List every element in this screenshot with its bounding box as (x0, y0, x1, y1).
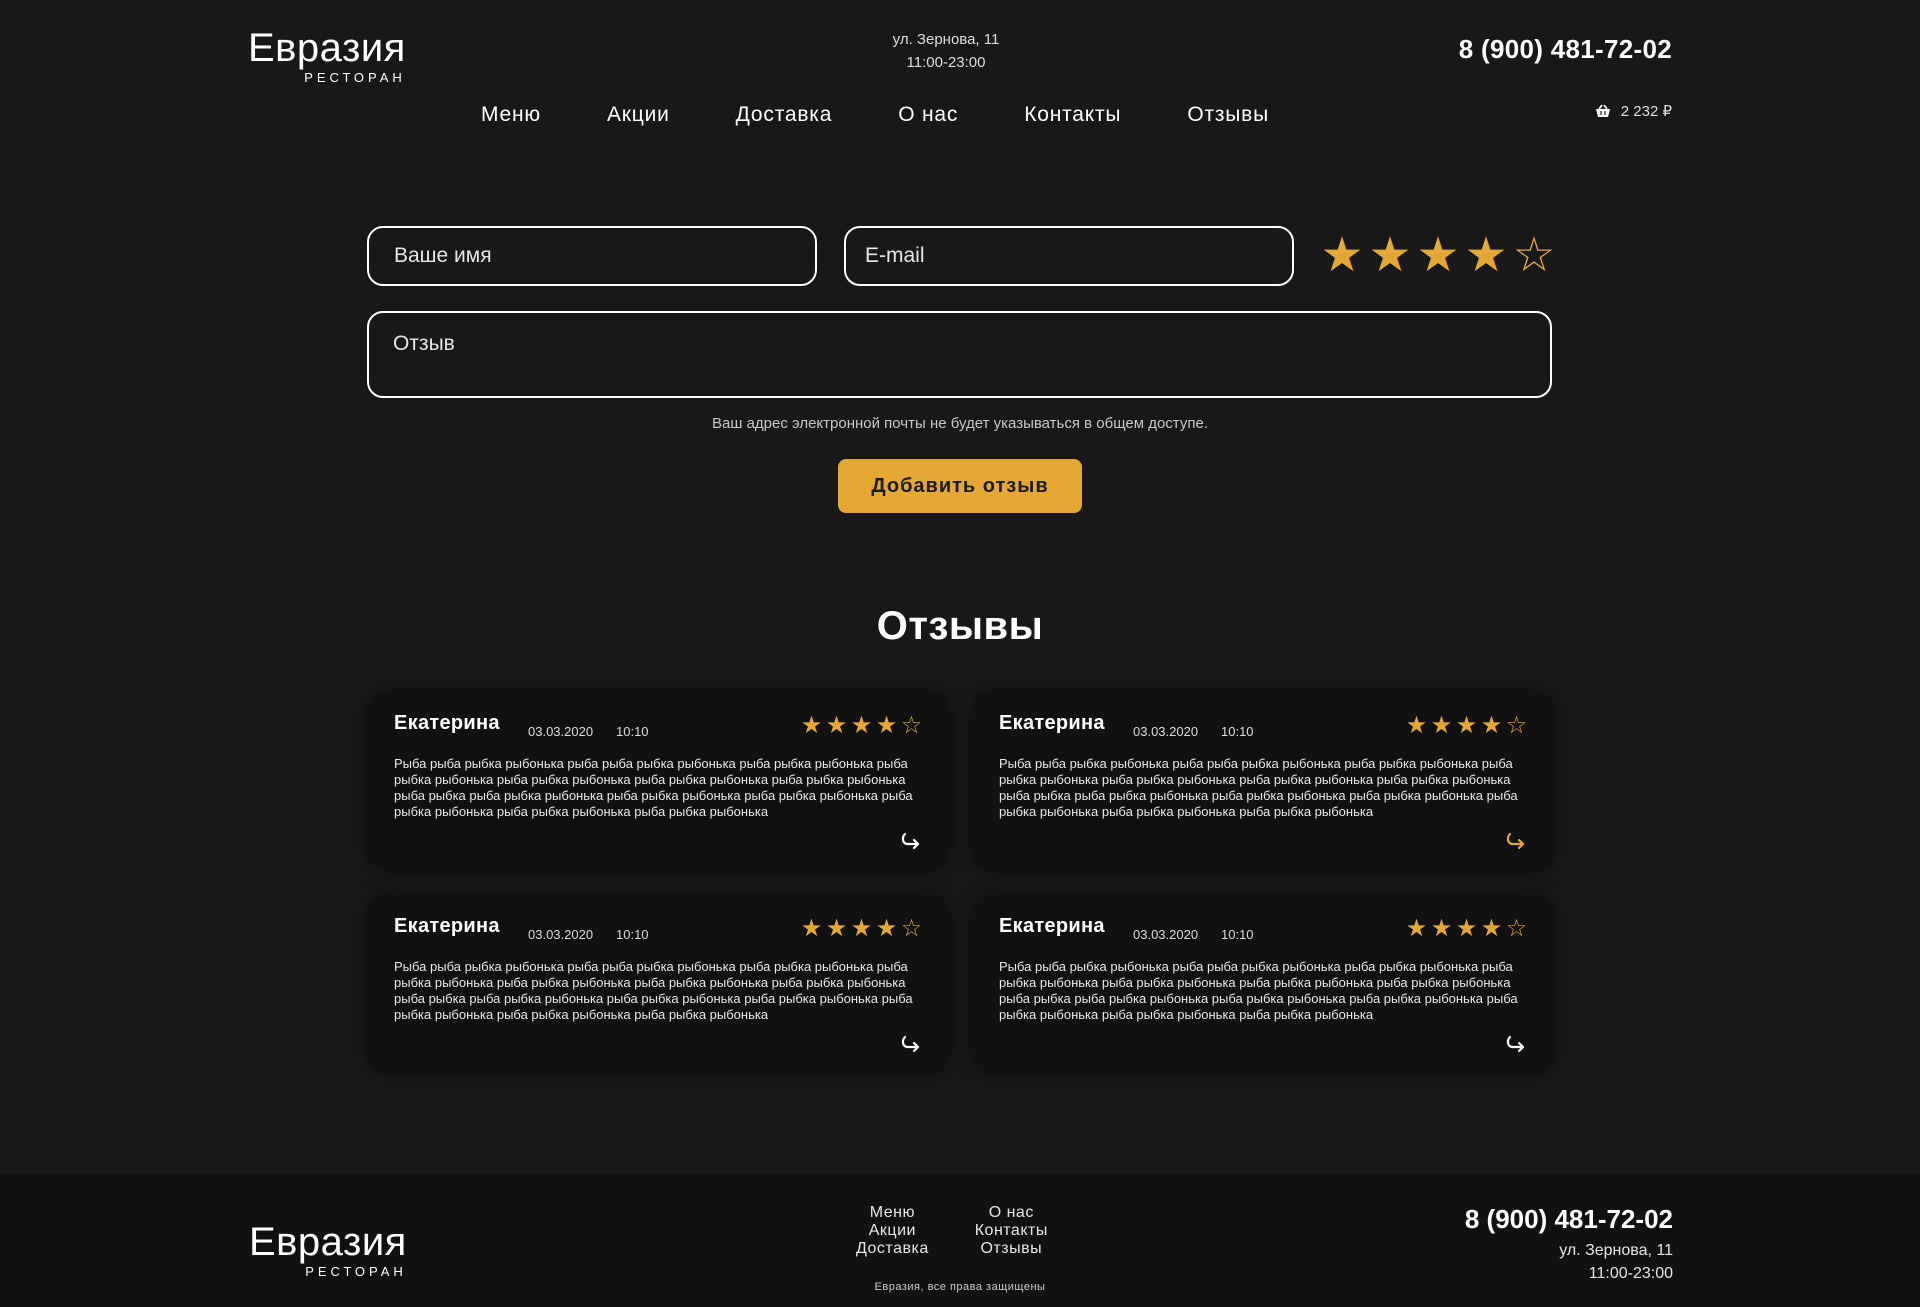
star-filled-icon: ★ (825, 915, 848, 942)
star-filled-icon: ★ (1405, 915, 1428, 942)
logo-subtitle: РЕСТОРАН (304, 70, 406, 85)
review-rating: ★ ★ ★ ★ ☆ (799, 915, 924, 943)
name-input[interactable] (367, 226, 817, 286)
star-filled-icon: ★ (1405, 712, 1428, 739)
star-filled-icon: ★ (800, 712, 823, 739)
review-rating: ★ ★ ★ ★ ☆ (1404, 915, 1529, 943)
review-date: 03.03.2020 (528, 724, 594, 739)
review-author: Екатерина (394, 712, 500, 734)
star-filled-icon[interactable]: ★ (1414, 228, 1462, 284)
review-time: 10:10 (616, 927, 649, 942)
nav-item-about[interactable]: О нас (898, 100, 958, 130)
nav-item-promotions[interactable]: Акции (607, 100, 670, 130)
review-author: Екатерина (999, 915, 1105, 937)
star-filled-icon: ★ (1430, 712, 1453, 739)
cart-total: 2 232 ₽ (1620, 103, 1672, 120)
footer-links-column: Меню Акции Доставка (856, 1204, 929, 1258)
rating-input[interactable]: ★ ★ ★ ★ ☆ (1318, 228, 1558, 284)
star-empty-icon: ☆ (900, 712, 923, 739)
footer-nav: Меню Акции Доставка О нас Контакты Отзыв… (856, 1204, 1094, 1258)
reply-arrow-icon[interactable] (1505, 1035, 1527, 1053)
nav-item-reviews[interactable]: Отзывы (1187, 100, 1269, 130)
review-text: Рыба рыба рыбка рыбонька рыба рыба рыбка… (394, 959, 913, 1022)
review-textarea[interactable] (367, 311, 1552, 398)
review-author: Екатерина (999, 712, 1105, 734)
footer-link-menu[interactable]: Меню (870, 1204, 915, 1222)
star-filled-icon[interactable]: ★ (1318, 228, 1366, 284)
star-filled-icon: ★ (800, 915, 823, 942)
star-filled-icon: ★ (875, 915, 898, 942)
review-text: Рыба рыба рыбка рыбонька рыба рыба рыбка… (999, 959, 1518, 1022)
footer-address-block: ул. Зернова, 11 11:00-23:00 (1559, 1239, 1673, 1285)
star-empty-icon: ☆ (900, 915, 923, 942)
footer: Евразия РЕСТОРАН Меню Акции Доставка О н… (0, 1174, 1920, 1307)
footer-link-contacts[interactable]: Контакты (975, 1222, 1048, 1240)
footer-address: ул. Зернова, 11 (1559, 1242, 1673, 1259)
footer-links-column: О нас Контакты Отзывы (975, 1204, 1048, 1258)
star-filled-icon: ★ (1480, 915, 1503, 942)
header-address: ул. Зернова, 11 (892, 31, 1000, 48)
star-filled-icon: ★ (1455, 712, 1478, 739)
header-hours: 11:00-23:00 (906, 54, 986, 71)
basket-icon (1595, 104, 1610, 117)
review-rating: ★ ★ ★ ★ ☆ (799, 712, 924, 740)
nav-item-contacts[interactable]: Контакты (1024, 100, 1121, 130)
footer-phone[interactable]: 8 (900) 481-72-02 (1465, 1204, 1673, 1235)
review-rating: ★ ★ ★ ★ ☆ (1404, 712, 1529, 740)
nav-item-delivery[interactable]: Доставка (736, 100, 833, 130)
footer-logo-subtitle: РЕСТОРАН (305, 1264, 407, 1279)
star-filled-icon: ★ (1430, 915, 1453, 942)
logo[interactable]: Евразия РЕСТОРАН (248, 28, 406, 85)
cart-button[interactable]: 2 232 ₽ (1595, 102, 1672, 120)
review-date: 03.03.2020 (1133, 927, 1199, 942)
header-phone[interactable]: 8 (900) 481-72-02 (1459, 34, 1672, 65)
reviews-title: Отзывы (876, 604, 1044, 648)
review-card: Екатерина 03.03.2020 10:10 ★ ★ ★ ★ ☆ Рыба ры… (973, 895, 1553, 1073)
review-author: Екатерина (394, 915, 500, 937)
star-filled-icon[interactable]: ★ (1462, 228, 1510, 284)
footer-hours: 11:00-23:00 (1588, 1265, 1673, 1282)
add-review-button[interactable]: Добавить отзыв (838, 459, 1082, 513)
star-empty-icon[interactable]: ☆ (1510, 228, 1558, 284)
review-card: Екатерина 03.03.2020 10:10 ★ ★ ★ ★ ☆ Рыба ры… (368, 895, 948, 1073)
privacy-note: Ваш адрес электронной почты не будет ука… (712, 415, 1208, 432)
nav-item-menu[interactable]: Меню (481, 100, 541, 130)
star-filled-icon[interactable]: ★ (1366, 228, 1414, 284)
footer-link-promotions[interactable]: Акции (869, 1222, 916, 1240)
footer-link-delivery[interactable]: Доставка (856, 1240, 929, 1258)
footer-link-about[interactable]: О нас (989, 1204, 1034, 1222)
review-text: Рыба рыба рыбка рыбонька рыба рыба рыбка… (999, 756, 1518, 819)
reply-arrow-icon[interactable] (1505, 832, 1527, 850)
review-time: 10:10 (616, 724, 649, 739)
star-filled-icon: ★ (825, 712, 848, 739)
header-address-block: ул. Зернова, 11 11:00-23:00 (860, 28, 1032, 74)
review-date: 03.03.2020 (1133, 724, 1199, 739)
review-date: 03.03.2020 (528, 927, 594, 942)
review-card: Екатерина 03.03.2020 10:10 ★ ★ ★ ★ ☆ Рыба ры… (368, 692, 948, 870)
review-card: Екатерина 03.03.2020 10:10 ★ ★ ★ ★ ☆ Рыба ры… (973, 692, 1553, 870)
star-empty-icon: ☆ (1505, 712, 1528, 739)
reply-arrow-icon[interactable] (900, 1035, 922, 1053)
footer-logo-name: Евразия (249, 1220, 407, 1264)
footer-link-reviews[interactable]: Отзывы (980, 1240, 1042, 1258)
email-input[interactable] (844, 226, 1294, 286)
review-text: Рыба рыба рыбка рыбонька рыба рыба рыбка… (394, 756, 913, 819)
star-filled-icon: ★ (850, 712, 873, 739)
review-time: 10:10 (1221, 724, 1254, 739)
review-time: 10:10 (1221, 927, 1254, 942)
star-filled-icon: ★ (1480, 712, 1503, 739)
star-empty-icon: ☆ (1505, 915, 1528, 942)
main-nav: Меню Акции Доставка О нас Контакты Отзыв… (481, 100, 1335, 130)
logo-name: Евразия (248, 26, 406, 70)
reply-arrow-icon[interactable] (900, 832, 922, 850)
star-filled-icon: ★ (875, 712, 898, 739)
star-filled-icon: ★ (850, 915, 873, 942)
star-filled-icon: ★ (1455, 915, 1478, 942)
footer-logo[interactable]: Евразия РЕСТОРАН (249, 1222, 407, 1279)
